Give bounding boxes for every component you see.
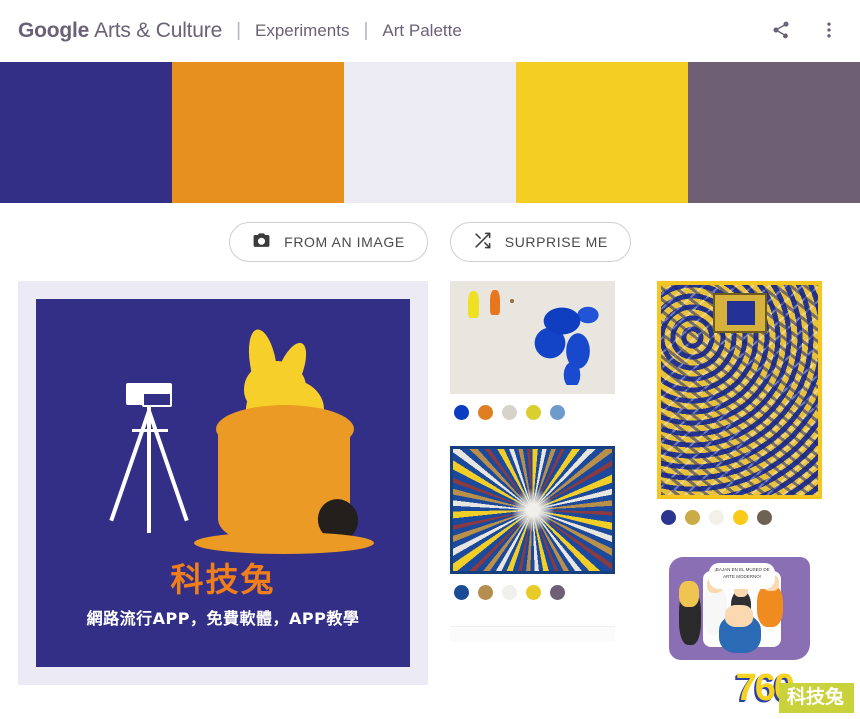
more-vertical-icon <box>819 20 839 43</box>
palette-dot[interactable] <box>478 405 493 420</box>
header-divider-1: | <box>236 19 241 41</box>
palette-swatch-off-white[interactable] <box>344 62 516 203</box>
palette-swatch-orange[interactable] <box>172 62 344 203</box>
nav-link-experiments[interactable]: Experiments <box>255 21 349 41</box>
surprise-me-button[interactable]: SURPRISE ME <box>449 222 631 262</box>
header-actions <box>764 0 846 62</box>
hat-brim <box>194 532 374 554</box>
magic-hat-rabbit-illustration <box>186 327 386 577</box>
from-an-image-label: FROM AN IMAGE <box>284 234 405 250</box>
surprise-me-label: SURPRISE ME <box>504 234 608 250</box>
source-image: 科技兔 網路流行APP，免費軟體，APP教學 <box>36 299 410 667</box>
palette-dot[interactable] <box>709 510 724 525</box>
palette-dot[interactable] <box>502 405 517 420</box>
source-column: 科技兔 網路流行APP，免費軟體，APP教學 <box>18 281 428 685</box>
result-thumbnail[interactable] <box>450 281 615 394</box>
yellow-brush-mark <box>468 291 479 318</box>
palette-dot[interactable] <box>526 585 541 600</box>
palette-bar <box>0 62 860 203</box>
result-card-abstract-blue-splash <box>450 281 635 420</box>
brand-google-text: Google <box>18 19 90 42</box>
orange-brush-mark <box>490 290 500 315</box>
result-card-radial-starburst <box>450 446 635 600</box>
shuffle-icon <box>473 231 492 253</box>
central-plaque <box>712 293 767 333</box>
result-card-ornate-gold-blue <box>657 281 842 525</box>
brand-arts-culture-text: Arts & Culture <box>94 19 223 42</box>
figure-bald-man-head <box>725 605 753 627</box>
tripod-leg-center <box>147 407 151 533</box>
source-subtitle: 網路流行APP，免費軟體，APP教學 <box>86 609 360 628</box>
result-card-partial <box>450 626 635 642</box>
palette-dot[interactable] <box>685 510 700 525</box>
palette-dot[interactable] <box>454 585 469 600</box>
palette-dots <box>450 585 635 600</box>
result-thumbnail[interactable] <box>450 446 615 574</box>
result-card-cartoon-museum: ¡BAJAN EN EL MUSEO DE ARTE MODERNO! <box>657 551 842 664</box>
palette-dots <box>657 510 842 525</box>
palette-swatch-yellow[interactable] <box>516 62 688 203</box>
blue-splash-shape <box>528 291 600 385</box>
palette-dot[interactable] <box>733 510 748 525</box>
brand-logo[interactable]: Google Arts & Culture <box>18 19 222 43</box>
camera-lens <box>142 392 172 407</box>
camera-icon <box>252 231 271 253</box>
result-thumbnail[interactable] <box>450 626 615 642</box>
plaque-inner <box>726 301 755 325</box>
results-column-middle <box>450 281 635 668</box>
palette-dot[interactable] <box>757 510 772 525</box>
result-thumbnail[interactable]: ¡BAJAN EN EL MUSEO DE ARTE MODERNO! <box>657 551 822 664</box>
from-an-image-button[interactable]: FROM AN IMAGE <box>229 222 428 262</box>
palette-dot[interactable] <box>502 585 517 600</box>
palette-dot[interactable] <box>550 405 565 420</box>
results-grid: 科技兔 網路流行APP，免費軟體，APP教學 ¡BAJAN EN EL MUSE… <box>0 281 860 690</box>
palette-dot[interactable] <box>454 405 469 420</box>
palette-swatch-purple-gray[interactable] <box>688 62 860 203</box>
palette-dot[interactable] <box>661 510 676 525</box>
starburst-core <box>510 488 555 532</box>
tripod-brace <box>132 429 168 432</box>
results-column-right: ¡BAJAN EN EL MUSEO DE ARTE MODERNO! <box>657 281 842 690</box>
palette-dot[interactable] <box>550 585 565 600</box>
share-icon <box>771 20 791 43</box>
palette-swatch-indigo[interactable] <box>0 62 172 203</box>
camera-knob <box>128 385 138 392</box>
palette-dot[interactable] <box>478 585 493 600</box>
small-dot-mark <box>510 299 514 303</box>
share-button[interactable] <box>764 14 798 48</box>
source-image-card[interactable]: 科技兔 網路流行APP，免費軟體，APP教學 <box>18 281 428 685</box>
tripod-leg-right <box>147 410 189 522</box>
palette-dot[interactable] <box>526 405 541 420</box>
figure-man-orange-jacket <box>757 585 783 627</box>
app-header: Google Arts & Culture | Experiments | Ar… <box>0 0 860 62</box>
header-divider-2: | <box>363 19 369 41</box>
result-thumbnail[interactable] <box>657 281 822 499</box>
source-title: 科技兔 <box>170 560 276 599</box>
tripod-leg-left <box>109 410 151 522</box>
actions-row: FROM AN IMAGE SURPRISE ME <box>0 203 860 281</box>
figure-blonde-hair <box>679 581 699 607</box>
palette-dots <box>450 405 635 420</box>
camera-body <box>126 383 172 407</box>
nav-link-art-palette[interactable]: Art Palette <box>382 21 461 41</box>
speech-bubble: ¡BAJAN EN EL MUSEO DE ARTE MODERNO! <box>709 563 775 589</box>
more-menu-button[interactable] <box>812 14 846 48</box>
